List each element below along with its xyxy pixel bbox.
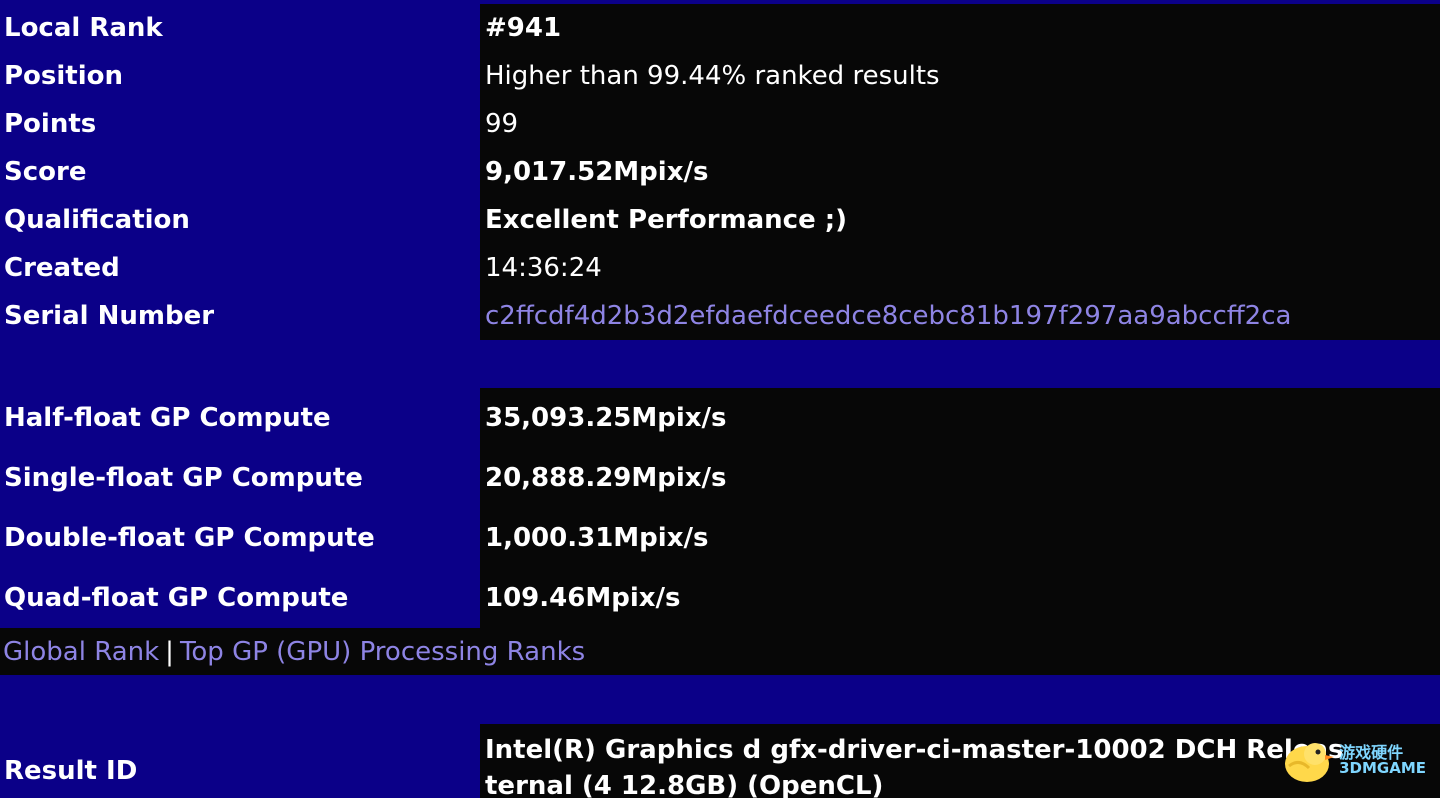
value-local-rank: #941 [480, 4, 1440, 52]
ranks-separator: | [165, 636, 174, 667]
label-result-id: Result ID [0, 724, 480, 798]
label-score: Score [0, 148, 480, 196]
label-created: Created [0, 244, 480, 292]
watermark: 游戏硬件 3DMGAME [1279, 736, 1426, 784]
label-double-float: Double-float GP Compute [0, 508, 480, 568]
row-double-float: Double-float GP Compute 1,000.31Mpix/s [0, 508, 1440, 568]
row-quad-float: Quad-float GP Compute 109.46Mpix/s [0, 568, 1440, 628]
compute-table: Half-float GP Compute 35,093.25Mpix/s Si… [0, 388, 1440, 628]
row-local-rank: Local Rank #941 [0, 4, 1440, 52]
value-score: 9,017.52Mpix/s [480, 148, 1440, 196]
value-position: Higher than 99.44% ranked results [480, 52, 1440, 100]
label-single-float: Single-float GP Compute [0, 448, 480, 508]
row-result-id: Result ID Intel(R) Graphics d gfx-driver… [0, 724, 1440, 798]
value-quad-float: 109.46Mpix/s [480, 568, 1440, 628]
chick-logo-icon [1279, 736, 1335, 784]
global-rank-link[interactable]: Global Rank [3, 637, 159, 667]
row-serial-number: Serial Number c2ffcdf4d2b3d2efdaefdceedc… [0, 292, 1440, 340]
row-position: Position Higher than 99.44% ranked resul… [0, 52, 1440, 100]
serial-number-link[interactable]: c2ffcdf4d2b3d2efdaefdceedce8cebc81b197f2… [480, 292, 1440, 340]
label-half-float: Half-float GP Compute [0, 388, 480, 448]
row-qualification: Qualification Excellent Performance ;) [0, 196, 1440, 244]
ranks-links-row: Global Rank | Top GP (GPU) Processing Ra… [0, 628, 1440, 675]
value-double-float: 1,000.31Mpix/s [480, 508, 1440, 568]
watermark-en-text: 3DMGAME [1339, 758, 1426, 777]
row-single-float: Single-float GP Compute 20,888.29Mpix/s [0, 448, 1440, 508]
label-points: Points [0, 100, 480, 148]
value-points: 99 [480, 100, 1440, 148]
row-half-float: Half-float GP Compute 35,093.25Mpix/s [0, 388, 1440, 448]
row-score: Score 9,017.52Mpix/s [0, 148, 1440, 196]
label-qualification: Qualification [0, 196, 480, 244]
label-serial-number: Serial Number [0, 292, 480, 340]
info-table: Local Rank #941 Position Higher than 99.… [0, 4, 1440, 340]
results-page: Local Rank #941 Position Higher than 99.… [0, 0, 1440, 798]
top-gp-ranks-link[interactable]: Top GP (GPU) Processing Ranks [180, 637, 585, 667]
value-created: 14:36:24 [480, 244, 1440, 292]
label-quad-float: Quad-float GP Compute [0, 568, 480, 628]
row-created: Created 14:36:24 [0, 244, 1440, 292]
value-half-float: 35,093.25Mpix/s [480, 388, 1440, 448]
value-qualification: Excellent Performance ;) [480, 196, 1440, 244]
row-points: Points 99 [0, 100, 1440, 148]
label-local-rank: Local Rank [0, 4, 480, 52]
label-position: Position [0, 52, 480, 100]
value-single-float: 20,888.29Mpix/s [480, 448, 1440, 508]
